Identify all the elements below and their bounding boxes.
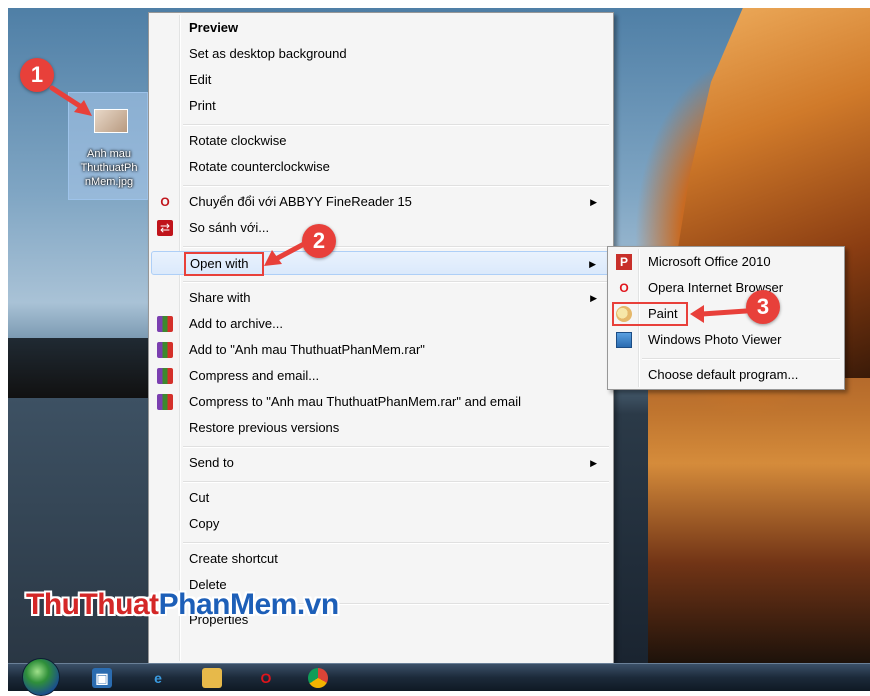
menu-item-label: Edit	[189, 72, 212, 87]
menu-item-choose-default-program[interactable]: Choose default program...	[610, 363, 842, 387]
menu-item-label: Print	[189, 98, 216, 113]
file-name-line-3: nMem.jpg	[84, 176, 134, 188]
menu-item-preview[interactable]: Preview	[151, 16, 611, 40]
watermark: ThuThuatPhanMem.vn	[26, 588, 339, 622]
opera-icon[interactable]: O	[256, 668, 276, 688]
menu-item-rotate-counterclockwise[interactable]: Rotate counterclockwise	[151, 155, 611, 179]
menu-item-label: Share with	[189, 290, 251, 305]
winrar-icon	[157, 316, 173, 332]
menu-item-label: Chuyển đổi với ABBYY FineReader 15	[189, 194, 412, 209]
menu-item-label: Windows Photo Viewer	[648, 332, 782, 347]
submenu-arrow-icon: ▶	[590, 458, 597, 468]
watermark-part-2: PhanMem.vn	[158, 588, 340, 621]
menu-separator	[183, 246, 609, 248]
menu-item-copy[interactable]: Copy	[151, 512, 611, 536]
windows-explorer-icon[interactable]: ▣	[92, 668, 112, 688]
start-button[interactable]	[22, 658, 60, 696]
menu-item-label: Compress to "Anh mau ThuthuatPhanMem.rar…	[189, 394, 521, 409]
context-menu: Preview Set as desktop background Edit Prin…	[148, 12, 614, 664]
menu-item-compress-and-email[interactable]: Compress and email...	[151, 364, 611, 388]
file-name-label: Anh mau ThuthuatPh nMem.jpg	[71, 147, 147, 189]
menu-item-create-shortcut[interactable]: Create shortcut	[151, 547, 611, 571]
arrow-to-paint-icon	[690, 305, 749, 323]
submenu-arrow-icon: ▶	[590, 293, 597, 303]
winrar-icon	[157, 368, 173, 384]
menu-item-label: Compress and email...	[189, 368, 320, 383]
office-icon: P	[616, 254, 632, 270]
menu-item-print[interactable]: Print	[151, 94, 611, 118]
menu-item-add-to-anh-mau-thuthuatphanmem-rar[interactable]: Add to "Anh mau ThuthuatPhanMem.rar"	[151, 338, 611, 362]
menu-item-label: Choose default program...	[648, 367, 799, 382]
menu-item-label: Set as desktop background	[189, 46, 347, 61]
image-thumbnail-icon	[94, 109, 128, 133]
arrow-to-open-with-icon	[264, 241, 307, 266]
water-left	[8, 398, 158, 663]
menu-separator	[183, 185, 609, 187]
menu-separator	[183, 446, 609, 448]
menu-item-label: Copy	[189, 516, 220, 531]
internet-explorer-icon[interactable]: e	[148, 668, 168, 688]
menu-separator	[183, 542, 609, 544]
menu-item-open-with[interactable]: Open with ▶	[151, 251, 611, 276]
menu-item-share-with[interactable]: Share with ▶	[151, 286, 611, 310]
menu-separator	[183, 481, 609, 483]
chrome-icon[interactable]	[308, 668, 328, 688]
opera-icon: O	[619, 281, 629, 295]
menu-separator	[183, 281, 609, 283]
menu-item-opera-internet-browser[interactable]: O Opera Internet Browser	[610, 276, 842, 300]
menu-item-restore-previous-versions[interactable]: Restore previous versions	[151, 416, 611, 440]
menu-item-label: Create shortcut	[189, 551, 278, 566]
water-reflection	[648, 378, 870, 663]
menu-item-label: Rotate clockwise	[189, 133, 287, 148]
menu-separator	[183, 124, 609, 126]
watermark-part-1: ThuThuat	[26, 588, 159, 621]
arrow-to-file-icon	[49, 85, 92, 116]
compare-icon: ⇄	[157, 220, 173, 236]
winrar-icon	[157, 394, 173, 410]
menu-item-compress-to-anh-mau-thuthuatphanmem-rar-and-email[interactable]: Compress to "Anh mau ThuthuatPhanMem.rar…	[151, 390, 611, 414]
annotation-box-paint	[612, 302, 688, 326]
photo-viewer-icon	[616, 332, 632, 348]
menu-item-send-to[interactable]: Send to ▶	[151, 451, 611, 475]
shoreline	[8, 338, 158, 398]
abbyy-icon: O	[160, 195, 170, 209]
folder-icon[interactable]	[202, 668, 222, 688]
annotation-box-open-with	[184, 252, 264, 276]
menu-item-label: Add to "Anh mau ThuthuatPhanMem.rar"	[189, 342, 425, 357]
menu-item-set-as-desktop-background[interactable]: Set as desktop background	[151, 42, 611, 66]
menu-item-rotate-clockwise[interactable]: Rotate clockwise	[151, 129, 611, 153]
menu-item-label: Preview	[189, 20, 239, 35]
menu-item-windows-photo-viewer[interactable]: Windows Photo Viewer	[610, 328, 842, 352]
menu-item-edit[interactable]: Edit	[151, 68, 611, 92]
menu-separator	[642, 358, 840, 360]
menu-item-label: Send to	[189, 455, 234, 470]
menu-item-label: Rotate counterclockwise	[189, 159, 330, 174]
submenu-arrow-icon: ▶	[590, 197, 597, 207]
menu-item-chuy-n-i-v-i-abbyy-finereader-15[interactable]: O Chuyển đổi với ABBYY FineReader 15 ▶	[151, 190, 611, 214]
menu-item-label: So sánh với...	[189, 220, 270, 235]
file-name-line-1: Anh mau	[86, 148, 132, 160]
menu-item-label: Cut	[189, 490, 210, 505]
menu-item-label: Add to archive...	[189, 316, 283, 331]
taskbar: ▣ e O	[8, 658, 870, 696]
menu-item-label: Restore previous versions	[189, 420, 340, 435]
submenu-arrow-icon: ▶	[589, 259, 596, 269]
menu-item-cut[interactable]: Cut	[151, 486, 611, 510]
step-badge-3: 3	[746, 290, 780, 324]
file-name-line-2: ThuthuatPh	[80, 162, 138, 174]
menu-item-label: Microsoft Office 2010	[648, 254, 771, 269]
menu-item-so-s-nh-v-i[interactable]: ⇄ So sánh với...	[151, 216, 611, 240]
winrar-icon	[157, 342, 173, 358]
menu-item-add-to-archive[interactable]: Add to archive...	[151, 312, 611, 336]
menu-item-microsoft-office-2010[interactable]: P Microsoft Office 2010	[610, 250, 842, 274]
